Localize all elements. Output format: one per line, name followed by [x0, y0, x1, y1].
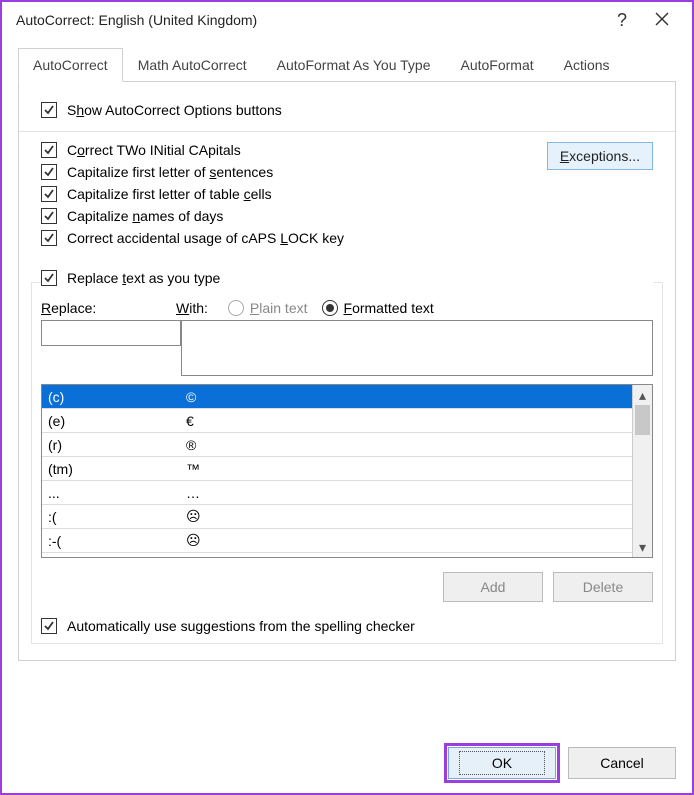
table-row[interactable]: (r)® — [42, 433, 632, 457]
cap-cells-label: Capitalize first letter of table cells — [67, 186, 272, 202]
replace-input[interactable] — [41, 320, 181, 346]
cancel-button[interactable]: Cancel — [568, 747, 676, 779]
cap-days-label: Capitalize names of days — [67, 208, 223, 224]
formatted-text-label: Formatted text — [344, 300, 434, 316]
table-row[interactable]: (c)© — [42, 385, 632, 409]
scroll-up-icon[interactable]: ▴ — [633, 385, 652, 405]
ok-button[interactable]: OK — [448, 747, 556, 779]
window-title: AutoCorrect: English (United Kingdom) — [12, 12, 602, 28]
scroll-down-icon[interactable]: ▾ — [633, 537, 652, 557]
tab-autoformat-as-you-type[interactable]: AutoFormat As You Type — [262, 48, 446, 81]
two-initial-label: Correct TWo INitial CApitals — [67, 142, 241, 158]
exceptions-button[interactable]: Exceptions... — [547, 142, 653, 170]
delete-button[interactable]: Delete — [553, 572, 653, 602]
table-scrollbar[interactable]: ▴ ▾ — [632, 385, 652, 557]
auto-suggestions-checkbox[interactable] — [41, 618, 57, 634]
caps-lock-label: Correct accidental usage of cAPS LOCK ke… — [67, 230, 344, 246]
table-row[interactable]: (e)€ — [42, 409, 632, 433]
two-initial-checkbox[interactable] — [41, 142, 57, 158]
with-label: With: — [176, 300, 208, 316]
show-options-row: Show AutoCorrect Options buttons — [41, 102, 653, 118]
auto-suggestions-label: Automatically use suggestions from the s… — [67, 618, 415, 634]
replace-as-type-label: Replace text as you type — [67, 270, 220, 286]
tab-autoformat[interactable]: AutoFormat — [445, 48, 548, 81]
cap-sentences-checkbox[interactable] — [41, 164, 57, 180]
dialog-button-row: OK Cancel — [448, 747, 676, 779]
help-icon[interactable]: ? — [602, 10, 642, 31]
plain-text-label: Plain text — [250, 300, 308, 316]
tab-autocorrect[interactable]: AutoCorrect — [18, 48, 123, 82]
replace-label: Replace: — [41, 300, 166, 316]
table-row[interactable]: ...… — [42, 481, 632, 505]
add-button[interactable]: Add — [443, 572, 543, 602]
tab-math-autocorrect[interactable]: Math AutoCorrect — [123, 48, 262, 81]
show-options-checkbox[interactable] — [41, 102, 57, 118]
capitalization-section: Exceptions... Correct TWo INitial CApita… — [41, 142, 653, 246]
dialog-body: AutoCorrect Math AutoCorrect AutoFormat … — [18, 48, 676, 779]
table-row[interactable]: :-(☹ — [42, 529, 632, 553]
close-icon[interactable] — [642, 10, 682, 31]
title-bar: AutoCorrect: English (United Kingdom) ? — [2, 2, 692, 38]
replacements-table: (c)© (e)€ (r)® (tm)™ ...… :(☹ :-(☹ ▴ ▾ — [41, 384, 653, 558]
show-options-label: Show AutoCorrect Options buttons — [67, 102, 282, 118]
tab-actions[interactable]: Actions — [549, 48, 625, 81]
cap-cells-checkbox[interactable] — [41, 186, 57, 202]
replace-as-type-checkbox[interactable] — [41, 270, 57, 286]
caps-lock-checkbox[interactable] — [41, 230, 57, 246]
formatted-text-radio[interactable]: Formatted text — [322, 300, 434, 316]
tab-strip: AutoCorrect Math AutoCorrect AutoFormat … — [18, 48, 676, 82]
table-row[interactable]: :(☹ — [42, 505, 632, 529]
tab-content: Show AutoCorrect Options buttons Excepti… — [18, 82, 676, 661]
cap-sentences-label: Capitalize first letter of sentences — [67, 164, 273, 180]
autocorrect-dialog: AutoCorrect: English (United Kingdom) ? … — [0, 0, 694, 795]
cap-days-checkbox[interactable] — [41, 208, 57, 224]
replace-group: Replace text as you type Replace: With: … — [41, 270, 653, 634]
table-row[interactable]: (tm)™ — [42, 457, 632, 481]
scroll-thumb[interactable] — [635, 405, 650, 435]
with-input[interactable] — [181, 320, 653, 376]
plain-text-radio[interactable]: Plain text — [228, 300, 308, 316]
